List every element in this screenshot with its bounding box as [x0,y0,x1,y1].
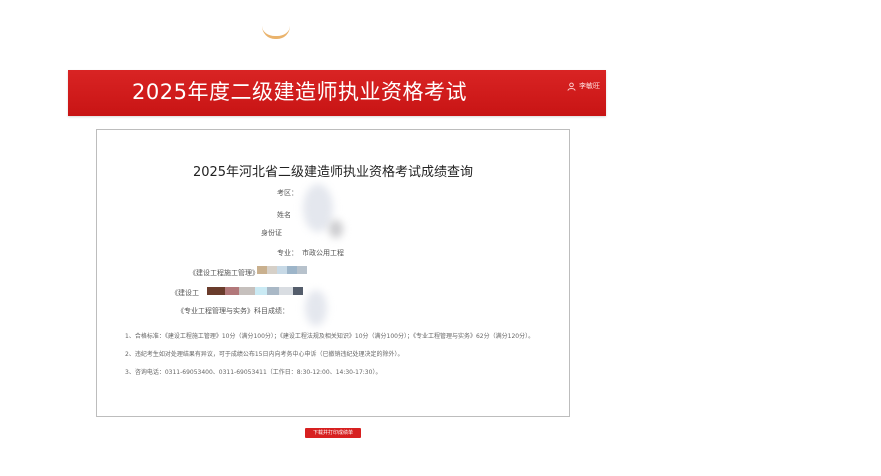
redaction-blur [305,290,327,326]
user-icon [567,82,576,91]
site-header: 2025年度二级建造师执业资格考试 李敏旺 [68,70,606,116]
notes: 1、合格标准：《建设工程施工管理》10分（满分100分）；《建设工程法规及相关知… [125,330,545,384]
note-item: 2、违纪考生如对处理结果有异议，可于成绩公布15日内向考务中心申诉（已撤销违纪处… [125,351,404,358]
header-title: 2025年度二级建造师执业资格考试 [132,80,467,104]
user-menu[interactable]: 李敏旺 [567,81,600,91]
subject3-label: 《专业工程管理与实务》科目成绩： [177,307,289,315]
note-item: 3、咨询电话：0311-69053400、0311-69053411（工作日：8… [125,369,382,376]
pixelated-score [207,287,303,295]
subject2-label: 《建设工 [171,289,199,297]
name-label: 姓名 [277,211,291,219]
user-name: 李敏旺 [579,82,600,90]
note-item: 1、合格标准：《建设工程施工管理》10分（满分100分）；《建设工程法规及相关知… [125,333,535,340]
loading-arc-icon [262,26,290,39]
subject1-label: 《建设工程施工管理》 [189,269,259,277]
id-label: 身份证 [261,229,282,237]
redaction-blur [329,220,343,238]
pixelated-score [257,266,307,274]
major-value: 市政公用工程 [302,249,344,257]
major-label: 专业： [277,249,298,257]
score-card: 2025年河北省二级建造师执业资格考试成绩查询 考区： 姓名 身份证 专业： 市… [96,129,570,417]
exam-region-label: 考区： [277,189,298,197]
download-button[interactable]: 下载并打印成绩单 [305,428,361,438]
card-title: 2025年河北省二级建造师执业资格考试成绩查询 [192,165,474,180]
